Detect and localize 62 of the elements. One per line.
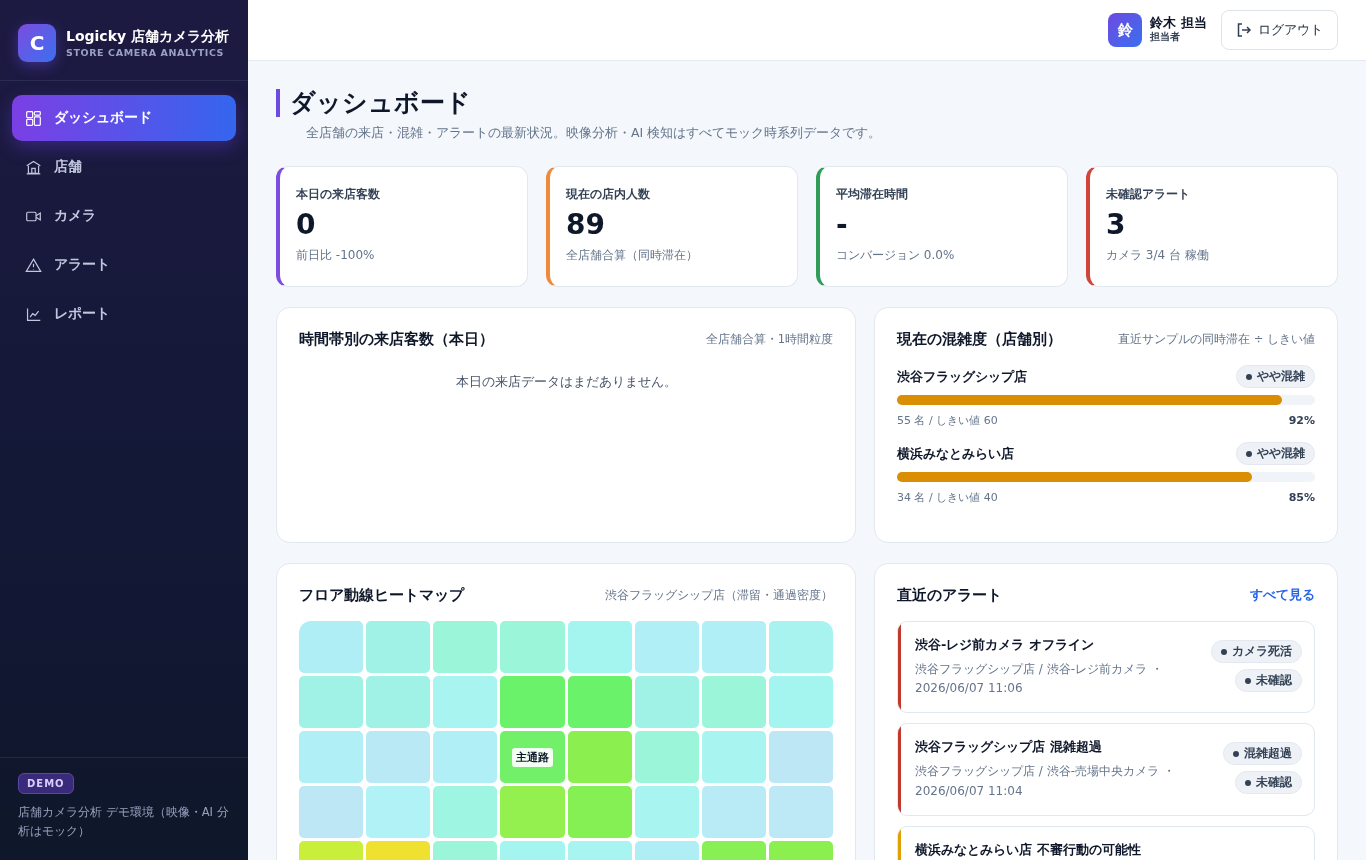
demo-badge: DEMO <box>18 772 74 794</box>
sidebar-item[interactable]: カメラ <box>12 193 236 239</box>
card-title: 現在の混雑度（店舗別） <box>897 330 1062 349</box>
alert-title: 渋谷フラッグシップ店 混雑超過 <box>915 738 1103 757</box>
card-caption: 渋谷フラッグシップ店（滞留・通過密度） <box>605 588 833 603</box>
kpi-label: 本日の来店客数 <box>296 187 380 202</box>
empty-message: 本日の来店データはまだありません。 <box>454 373 678 391</box>
sidebar-item[interactable]: ダッシュボード <box>12 95 236 141</box>
alert-title: 横浜みなとみらい店 不審行動の可能性 <box>915 840 1141 859</box>
user-avatar: 鈴 <box>1108 13 1143 47</box>
user-role: 担当者 <box>1150 30 1182 45</box>
store-detail: 55 名 / しきい値 60 <box>897 413 998 428</box>
store-percent: 85% <box>1288 491 1315 504</box>
status-tag: やや混雑 <box>1236 442 1315 465</box>
alert-item[interactable]: 渋谷フラッグシップ店 混雑超過 渋谷フラッグシップ店 / 渋谷-売場中央カメラ ・ 2026/06/07 11:04 混雑超過 未確認 <box>897 723 1315 816</box>
kpi-label: 平均滞在時間 <box>836 187 908 202</box>
sidebar-item[interactable]: レポート <box>12 291 236 337</box>
store-detail: 34 名 / しきい値 40 <box>897 490 998 505</box>
card-caption: 直近サンプルの同時滞在 ÷ しきい値 <box>1118 332 1315 347</box>
page-title: ダッシュボード <box>276 89 1338 117</box>
card-title: 時間帯別の来店客数（本日） <box>299 330 494 349</box>
alert-meta: 渋谷フラッグシップ店 / 渋谷-レジ前カメラ ・ 2026/06/07 11:06 <box>915 661 1164 698</box>
warning-icon <box>25 256 42 274</box>
user-name: 鈴木 担当 <box>1150 15 1207 31</box>
zone-label: 主通路 <box>511 747 553 767</box>
logout-button[interactable]: ログアウト <box>1221 10 1338 50</box>
store-name: 横浜みなとみらい店 <box>897 444 1014 463</box>
kpi-value: 0 <box>296 210 316 241</box>
card-caption: 全店舗合算・1時間粒度 <box>705 332 833 347</box>
kpi-note: コンバージョン 0.0% <box>836 246 955 264</box>
kpi-value: 89 <box>566 210 605 241</box>
store-percent: 92% <box>1288 414 1315 427</box>
app-subtitle: STORE CAMERA ANALYTICS <box>66 47 226 59</box>
alert-item[interactable]: 渋谷-レジ前カメラ オフライン 渋谷フラッグシップ店 / 渋谷-レジ前カメラ ・ 2026/06/07 11:06 カメラ死活 未確認 <box>897 621 1315 714</box>
alert-title: 渋谷-レジ前カメラ オフライン <box>915 636 1095 654</box>
alert-meta: 渋谷フラッグシップ店 / 渋谷-売場中央カメラ ・ 2026/06/07 11:04 <box>915 763 1176 800</box>
alert-tag: カメラ死活 <box>1211 640 1302 663</box>
building-icon <box>25 158 42 176</box>
kpi-label: 未確認アラート <box>1106 187 1190 202</box>
status-tag: やや混雑 <box>1236 365 1315 388</box>
kpi-note: 前日比 -100% <box>296 246 375 264</box>
see-all-link[interactable]: すべて見る <box>1250 587 1315 604</box>
app-title: Logicky 店舗カメラ分析 <box>66 27 229 45</box>
logout-icon <box>1236 22 1252 38</box>
footer-note: 店舗カメラ分析 デモ環境（映像・AI 分析はモック） <box>18 803 230 841</box>
alert-tag: 未確認 <box>1235 669 1302 692</box>
kpi-note: 全店舗合算（同時滞在） <box>566 246 698 264</box>
alert-tag: 未確認 <box>1235 771 1302 795</box>
store-name: 渋谷フラッグシップ店 <box>897 367 1027 386</box>
sidebar-item[interactable]: 店舗 <box>12 144 236 190</box>
kpi-value: 3 <box>1106 210 1126 241</box>
sidebar-item[interactable]: アラート <box>12 242 236 288</box>
kpi-note: カメラ 3/4 台 稼働 <box>1106 246 1209 264</box>
alert-item[interactable]: 横浜みなとみらい店 不審行動の可能性 <box>897 825 1315 860</box>
kpi-label: 現在の店内人数 <box>566 187 650 202</box>
page-subtitle: 全店舗の来店・混雑・アラートの最新状況。映像分析・AI 検知はすべてモック時系列データです。 <box>305 125 883 142</box>
card-title: 直近のアラート <box>897 586 1002 605</box>
card-title: フロア動線ヒートマップ <box>299 586 464 605</box>
dashboard-icon <box>25 109 42 127</box>
alert-tag: 混雑超過 <box>1223 742 1302 766</box>
app-logo: C <box>18 24 56 62</box>
kpi-value: - <box>836 210 848 241</box>
